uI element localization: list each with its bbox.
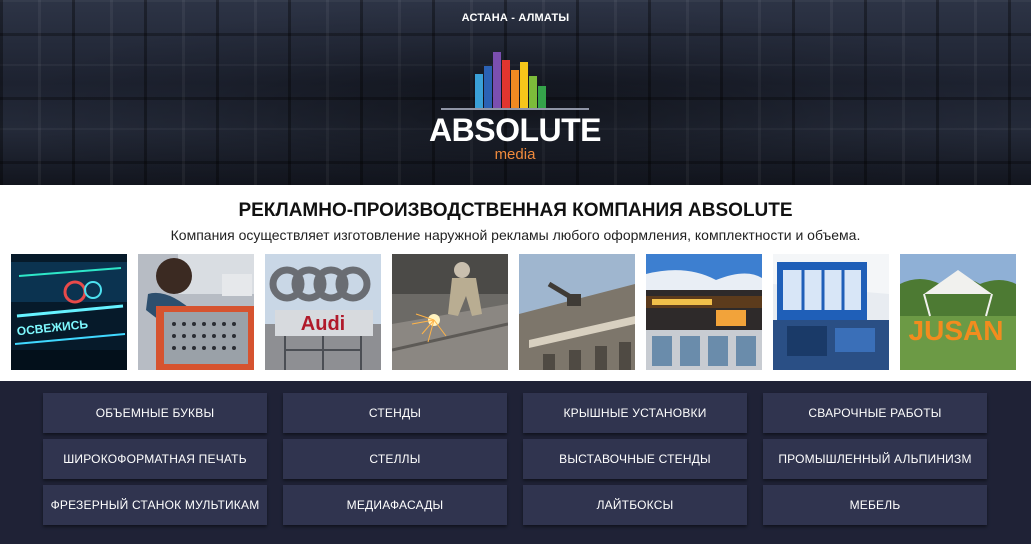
service-media-facades[interactable]: МЕДИАФАСАДЫ (283, 485, 507, 525)
service-steles[interactable]: СТЕЛЛЫ (283, 439, 507, 479)
page-subtitle: Компания осуществляет изготовление наруж… (170, 227, 861, 243)
page-title: РЕКЛАМНО-ПРОИЗВОДСТВЕННАЯ КОМПАНИЯ ABSOL… (238, 200, 793, 221)
logo-wordmark: ABSOLUTE (429, 112, 602, 148)
service-welding[interactable]: СВАРОЧНЫЕ РАБОТЫ (763, 393, 987, 433)
exhibition-stand-photo[interactable] (773, 254, 889, 370)
shop-facade-photo[interactable] (646, 254, 762, 370)
service-volumetric-letters[interactable]: ОБЪЕМНЫЕ БУКВЫ (43, 393, 267, 433)
service-rooftop-installations[interactable]: КРЫШНЫЕ УСТАНОВКИ (523, 393, 747, 433)
photo-gallery: ОСВЕЖИСЬ Audi JUSAN (11, 254, 1021, 370)
service-cnc-router[interactable]: ФРЕЗЕРНЫЙ СТАНОК МУЛЬТИКАМ (43, 485, 267, 525)
hero-banner: АСТАНА - АЛМАТЫ ABSOLUTE media (0, 0, 1031, 185)
logo-subtitle: media (494, 146, 536, 163)
service-lightboxes[interactable]: ЛАЙТБОКСЫ (523, 485, 747, 525)
facade-install-photo[interactable] (519, 254, 635, 370)
city-label: АСТАНА - АЛМАТЫ (461, 12, 570, 24)
audi-sign-text: Audi (301, 313, 345, 335)
services-menu: ОБЪЕМНЫЕ БУКВЫ СТЕНДЫ КРЫШНЫЕ УСТАНОВКИ … (0, 381, 1031, 544)
led-assembly-photo[interactable] (138, 254, 254, 370)
neon-signage-photo[interactable]: ОСВЕЖИСЬ (11, 254, 127, 370)
jusan-sign-text: JUSAN (909, 315, 1004, 346)
logo-divider (441, 108, 589, 110)
jusan-letters-photo[interactable]: JUSAN (900, 254, 1016, 370)
service-stands[interactable]: СТЕНДЫ (283, 393, 507, 433)
service-wide-format-print[interactable]: ШИРОКОФОРМАТНАЯ ПЕЧАТЬ (43, 439, 267, 479)
intro-section: РЕКЛАМНО-ПРОИЗВОДСТВЕННАЯ КОМПАНИЯ ABSOL… (0, 185, 1031, 381)
service-exhibition-stands[interactable]: ВЫСТАВОЧНЫЕ СТЕНДЫ (523, 439, 747, 479)
welding-work-photo[interactable] (392, 254, 508, 370)
audi-rooftop-sign-photo[interactable]: Audi (265, 254, 381, 370)
logo-bars-icon (475, 52, 546, 110)
service-industrial-alpinism[interactable]: ПРОМЫШЛЕННЫЙ АЛЬПИНИЗМ (763, 439, 987, 479)
company-logo[interactable]: ABSOLUTE media (425, 44, 610, 168)
service-furniture[interactable]: МЕБЕЛЬ (763, 485, 987, 525)
